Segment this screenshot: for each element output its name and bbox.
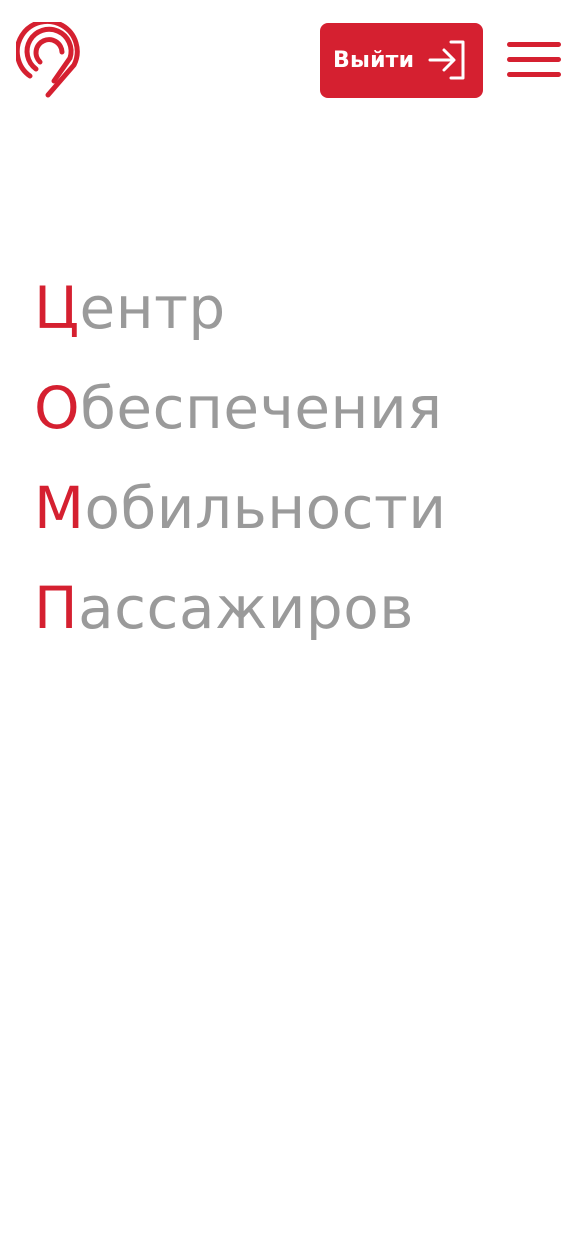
title-word-rest: ассажиров (78, 574, 414, 642)
menu-bar (507, 57, 561, 62)
title-initial: М (34, 474, 85, 542)
menu-bar (507, 72, 561, 77)
title-line-4: Пассажиров (34, 558, 447, 658)
title-word-rest: ентр (79, 274, 226, 342)
menu-bar (507, 42, 561, 47)
hamburger-menu-icon[interactable] (507, 42, 561, 78)
metro-pin-logo-icon[interactable] (16, 22, 84, 98)
title-word-rest: обильности (84, 474, 447, 542)
title-initial: П (34, 574, 79, 642)
title-word-rest: беспечения (80, 374, 443, 442)
organization-title: Центр Обеспечения Мобильности Пассажиров (34, 258, 447, 658)
title-line-3: Мобильности (34, 458, 447, 558)
title-line-2: Обеспечения (34, 358, 447, 458)
logout-button-label: Выйти (333, 48, 415, 73)
title-initial: Ц (34, 274, 80, 342)
logout-arrow-icon (428, 40, 465, 80)
title-line-1: Центр (34, 258, 447, 358)
page: Выйти Центр Обеспечения Мобильности Пасс… (0, 0, 574, 1258)
title-initial: О (34, 374, 81, 442)
